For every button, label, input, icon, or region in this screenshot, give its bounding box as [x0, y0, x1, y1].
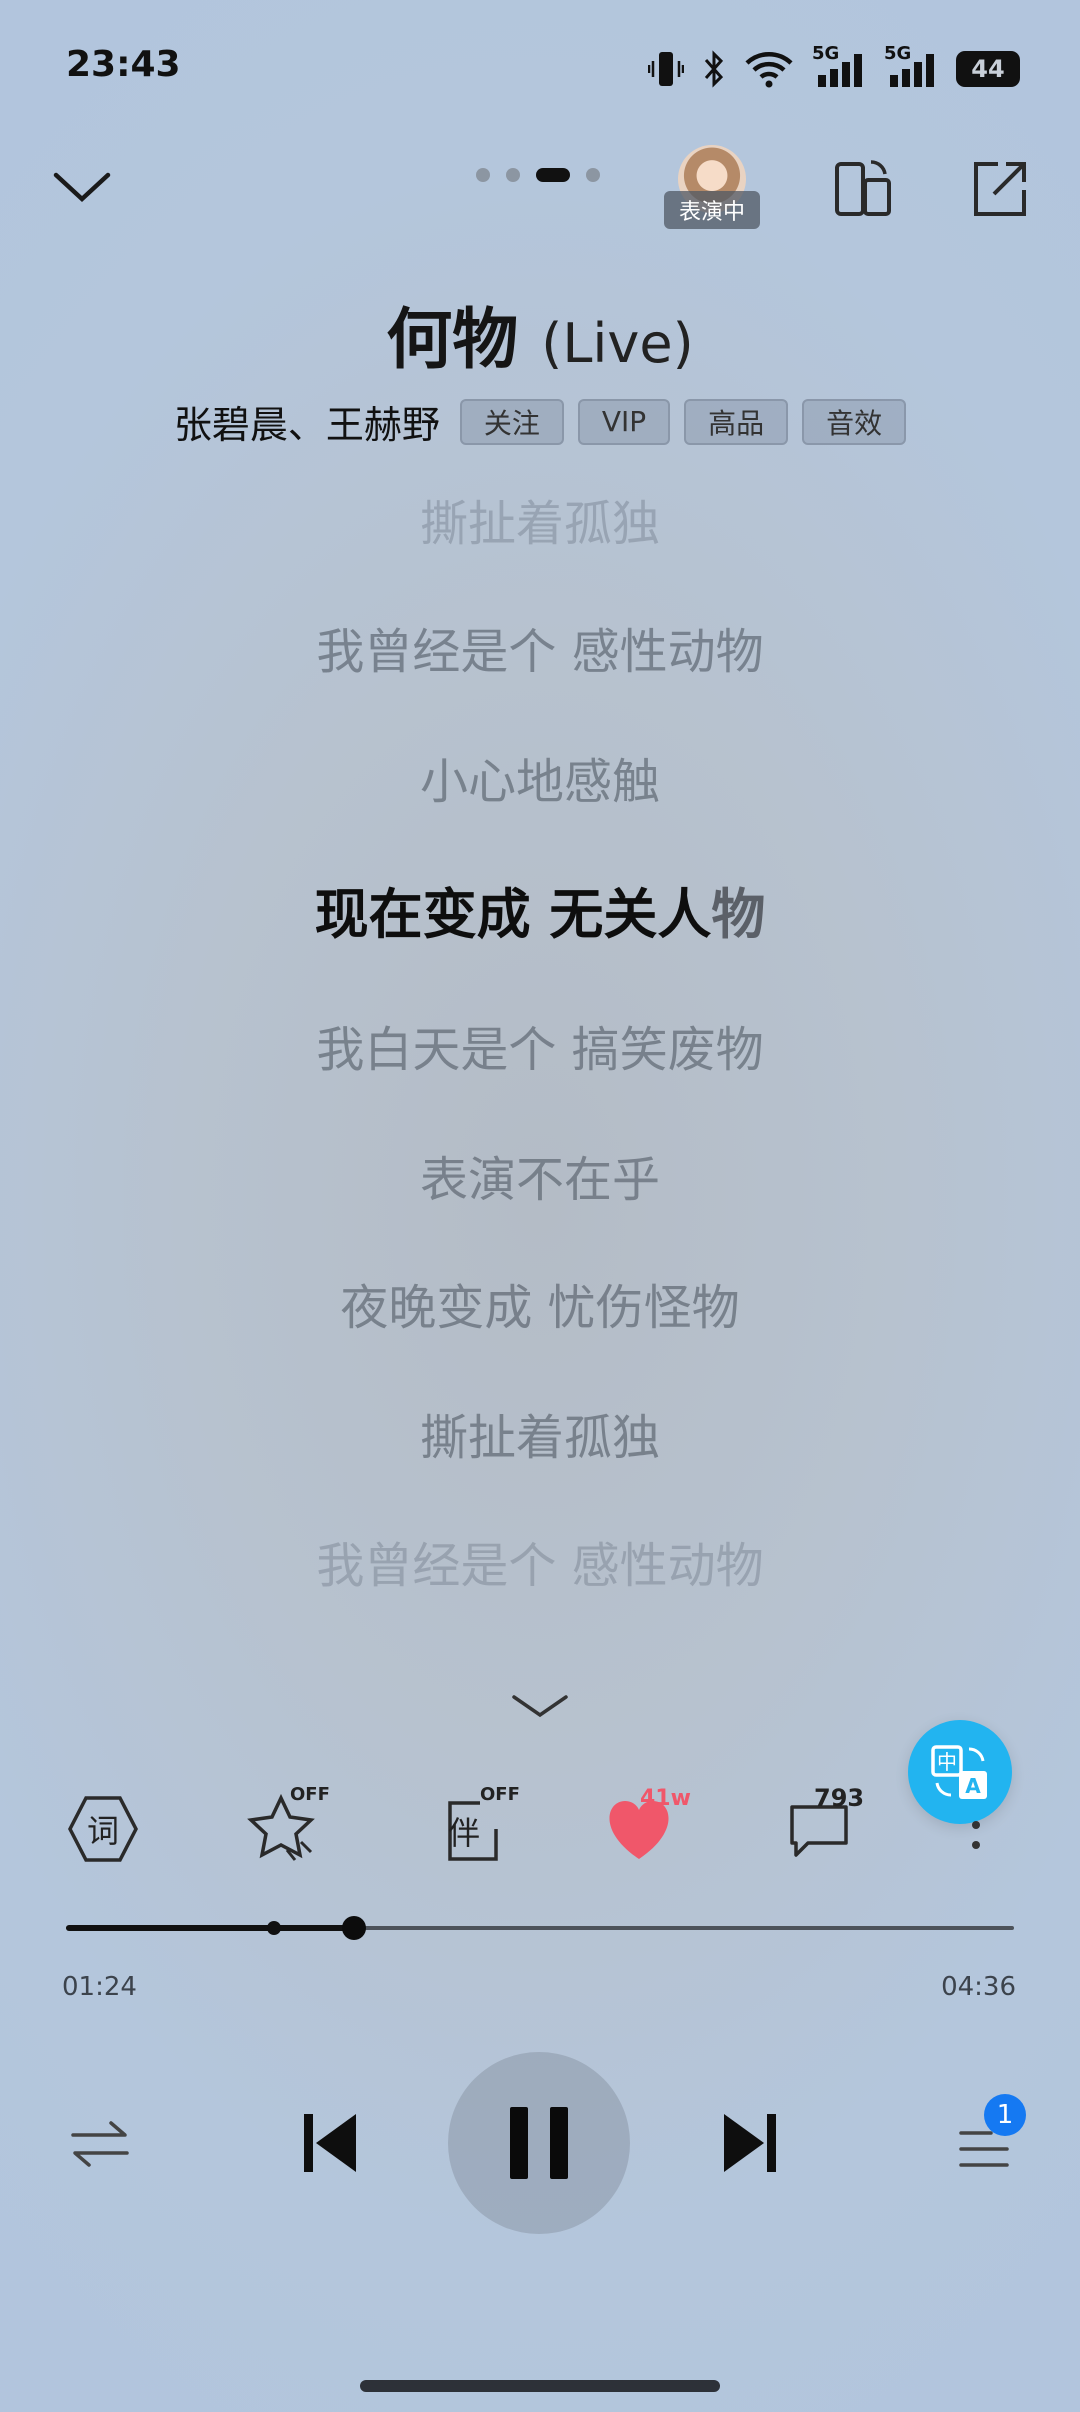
lyric-line[interactable]: 我白天是个 搞笑废物 — [0, 1010, 1080, 1080]
collapse-button[interactable] — [46, 158, 118, 214]
like-button[interactable]: 41w — [584, 1786, 694, 1870]
queue-count-badge: 1 — [984, 2094, 1026, 2136]
page-dot — [506, 168, 520, 182]
translate-button[interactable]: 中 A — [908, 1720, 1012, 1824]
device-switch-icon — [835, 160, 891, 216]
translate-icon: 中 A — [931, 1745, 987, 1799]
accompany-button[interactable]: 伴 OFF — [428, 1784, 520, 1870]
lyric-line[interactable]: 小心地感触 — [0, 742, 1080, 812]
status-time: 23:43 — [66, 44, 181, 85]
accompany-state-label: OFF — [480, 1784, 520, 1805]
more-vertical-icon — [972, 1821, 980, 1849]
skip-next-icon — [724, 2114, 776, 2172]
previous-button[interactable] — [290, 2100, 370, 2186]
song-title-suffix: (Live) — [541, 312, 694, 375]
chevron-down-icon — [512, 1695, 568, 1718]
lyric-line-faded[interactable]: 撕扯着孤独 — [0, 484, 1080, 554]
chevron-down-icon — [53, 172, 111, 203]
signal-5g-icon-2: 5G — [884, 43, 938, 89]
comment-button[interactable]: 793 — [764, 1784, 874, 1870]
lyric-current-sung: 现在变成 无关人 — [314, 883, 712, 946]
progress-thumb[interactable] — [342, 1916, 366, 1940]
song-title-text: 何物 — [386, 301, 519, 378]
next-button[interactable] — [710, 2100, 790, 2186]
share-button[interactable] — [962, 152, 1036, 226]
accompany-icon-char: 伴 — [448, 1814, 481, 1852]
expand-lyrics-button[interactable] — [506, 1686, 574, 1726]
sound-effect-tag[interactable]: 音效 — [802, 398, 907, 445]
quality-tag[interactable]: 高品 — [684, 398, 789, 445]
favorite-state-label: OFF — [290, 1784, 330, 1805]
favorite-effect-button[interactable]: OFF — [240, 1784, 330, 1870]
lyric-line[interactable]: 表演不在乎 — [0, 1140, 1080, 1210]
shuffle-order-icon — [71, 2121, 129, 2167]
device-switch-button[interactable] — [826, 152, 900, 226]
bluetooth-icon — [704, 50, 724, 88]
comment-count: 793 — [814, 1784, 865, 1812]
lyric-line-faded[interactable]: 我曾经是个 感性动物 — [0, 1526, 1080, 1596]
wifi-icon — [745, 52, 793, 88]
page-indicator[interactable] — [476, 168, 600, 182]
vip-tag[interactable]: VIP — [577, 398, 671, 445]
lyric-line-current[interactable]: 现在变成 无关人物 — [0, 870, 1080, 949]
vibrate-icon — [648, 52, 684, 86]
performance-badge: 表演中 — [664, 191, 760, 229]
lyric-line[interactable]: 夜晚变成 忧伤怪物 — [0, 1268, 1080, 1338]
play-mode-button[interactable] — [60, 2104, 140, 2184]
svg-text:中: 中 — [937, 1750, 957, 1774]
lyric-line[interactable]: 撕扯着孤独 — [0, 1398, 1080, 1468]
performer-avatar-button[interactable]: 表演中 — [664, 145, 760, 235]
page-dot — [586, 168, 600, 182]
network-label-1: 5G — [812, 43, 840, 64]
total-duration: 04:36 — [941, 1972, 1016, 2002]
more-button[interactable] — [956, 1810, 996, 1860]
pause-button[interactable] — [448, 2052, 630, 2234]
climax-marker — [267, 1921, 281, 1935]
share-icon — [974, 162, 1026, 216]
artist-row: 张碧晨、王赫野 关注 VIP 高品 音效 — [0, 394, 1080, 449]
page-dot — [476, 168, 490, 182]
network-label-2: 5G — [884, 43, 912, 64]
song-title: 何物 (Live) — [0, 286, 1080, 382]
home-indicator[interactable] — [360, 2380, 720, 2392]
elapsed-time: 01:24 — [62, 1972, 137, 2002]
lyric-current-rest: 物 — [711, 883, 766, 946]
lyrics-poster-button[interactable]: 词 — [62, 1788, 144, 1870]
page-dot-active — [536, 168, 570, 182]
progress-played — [66, 1925, 354, 1931]
skip-previous-icon — [304, 2114, 356, 2172]
battery-icon: 44 — [956, 51, 1020, 87]
lyrics-icon-char: 词 — [86, 1812, 119, 1850]
like-count: 41w — [640, 1786, 691, 1811]
artist-name[interactable]: 张碧晨、王赫野 — [174, 394, 440, 449]
lyric-line[interactable]: 我曾经是个 感性动物 — [0, 612, 1080, 682]
status-icons: 5G 5G 44 — [648, 43, 1020, 92]
pause-icon — [510, 2107, 568, 2179]
follow-tag[interactable]: 关注 — [459, 398, 564, 445]
signal-5g-icon-1: 5G — [812, 43, 866, 89]
svg-text:A: A — [965, 1774, 981, 1798]
